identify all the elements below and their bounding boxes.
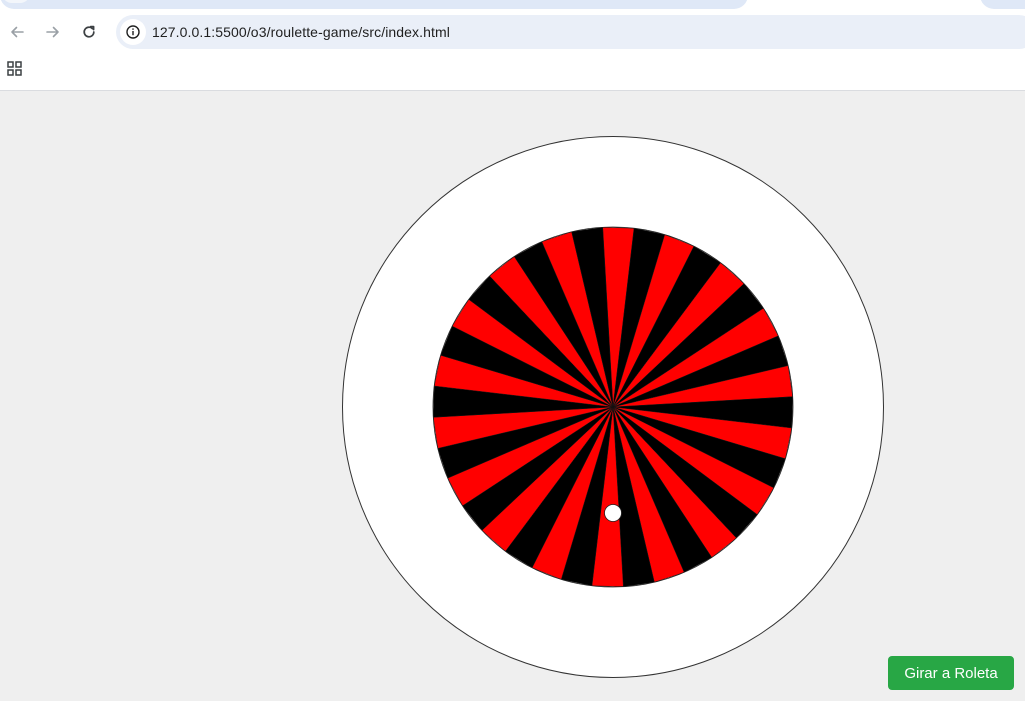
spin-button[interactable]: Girar a Roleta	[888, 656, 1014, 690]
reload-icon	[83, 25, 95, 38]
tab-favicon	[2, 0, 30, 3]
roulette-wheel	[342, 136, 884, 678]
info-icon	[126, 25, 140, 39]
apps-grid-icon	[7, 61, 22, 76]
site-info-button[interactable]	[120, 19, 146, 45]
page-content: Girar a Roleta	[0, 91, 1025, 701]
browser-chrome: 127.0.0.1:5500/o3/roulette-game/src/inde…	[0, 0, 1025, 91]
roulette-ball	[604, 504, 622, 522]
arrow-left-icon	[11, 26, 24, 38]
browser-tab[interactable]	[980, 0, 1025, 9]
forward-button[interactable]	[41, 20, 65, 44]
reload-button[interactable]	[77, 20, 101, 44]
back-button[interactable]	[5, 20, 29, 44]
address-bar[interactable]: 127.0.0.1:5500/o3/roulette-game/src/inde…	[116, 15, 1025, 49]
url-text[interactable]: 127.0.0.1:5500/o3/roulette-game/src/inde…	[152, 24, 450, 40]
browser-tab[interactable]	[0, 0, 748, 9]
wheel-segments	[432, 226, 794, 588]
arrow-right-icon	[46, 26, 59, 38]
apps-button[interactable]	[6, 60, 24, 78]
